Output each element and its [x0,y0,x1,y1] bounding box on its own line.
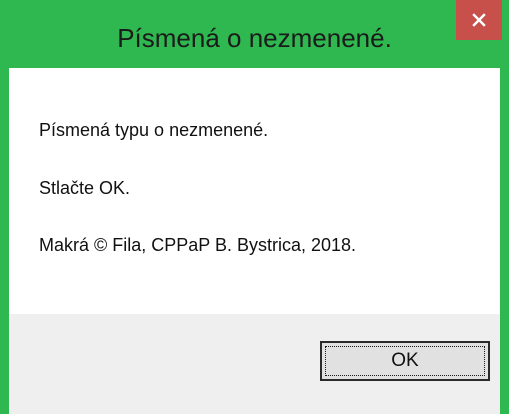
title-bar[interactable]: Písmená o nezmenené. [0,0,509,68]
close-icon [472,13,486,27]
dialog-body: Písmená typu o nezmenené. Stlačte OK. Ma… [9,68,500,414]
button-bar: OK [9,314,500,414]
message-line-copyright: Makrá © Fila, CPPaP B. Bystrica, 2018. [39,235,357,255]
ok-button[interactable]: OK [320,341,490,381]
close-button[interactable] [456,0,502,40]
message-area: Písmená typu o nezmenené. Stlačte OK. Ma… [9,68,500,314]
message-line-instruction: Stlačte OK. [39,178,131,198]
message-line-info: Písmená typu o nezmenené. [39,120,269,140]
ok-button-label: OK [391,350,419,371]
message-dialog: Písmená o nezmenené. Písmená typu o nezm… [0,0,509,414]
window-title: Písmená o nezmenené. [117,23,392,53]
